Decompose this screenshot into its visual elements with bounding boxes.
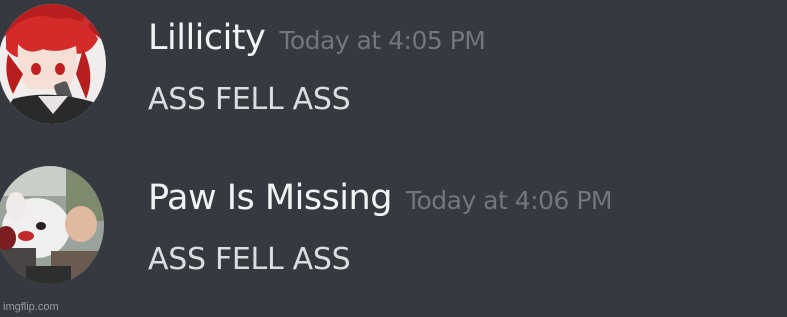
username[interactable]: Lillicity — [148, 18, 266, 58]
avatar[interactable] — [0, 166, 104, 284]
username[interactable]: Paw Is Missing — [148, 178, 392, 218]
message-content: ASS FELL ASS — [148, 82, 351, 117]
timestamp: Today at 4:05 PM — [279, 26, 486, 55]
watermark: imgflip.com — [3, 301, 59, 313]
avatar[interactable] — [0, 4, 106, 124]
message-content: ASS FELL ASS — [148, 242, 351, 277]
chat-message: Paw Is Missing Today at 4:06 PM ASS FELL … — [0, 160, 787, 310]
avatar-image — [0, 166, 104, 284]
message-header: Lillicity Today at 4:05 PM — [148, 18, 486, 58]
avatar-image — [0, 4, 106, 124]
timestamp: Today at 4:06 PM — [405, 186, 613, 215]
message-header: Paw Is Missing Today at 4:06 PM — [148, 178, 613, 218]
chat-message: Lillicity Today at 4:05 PM ASS FELL ASS — [0, 0, 787, 150]
